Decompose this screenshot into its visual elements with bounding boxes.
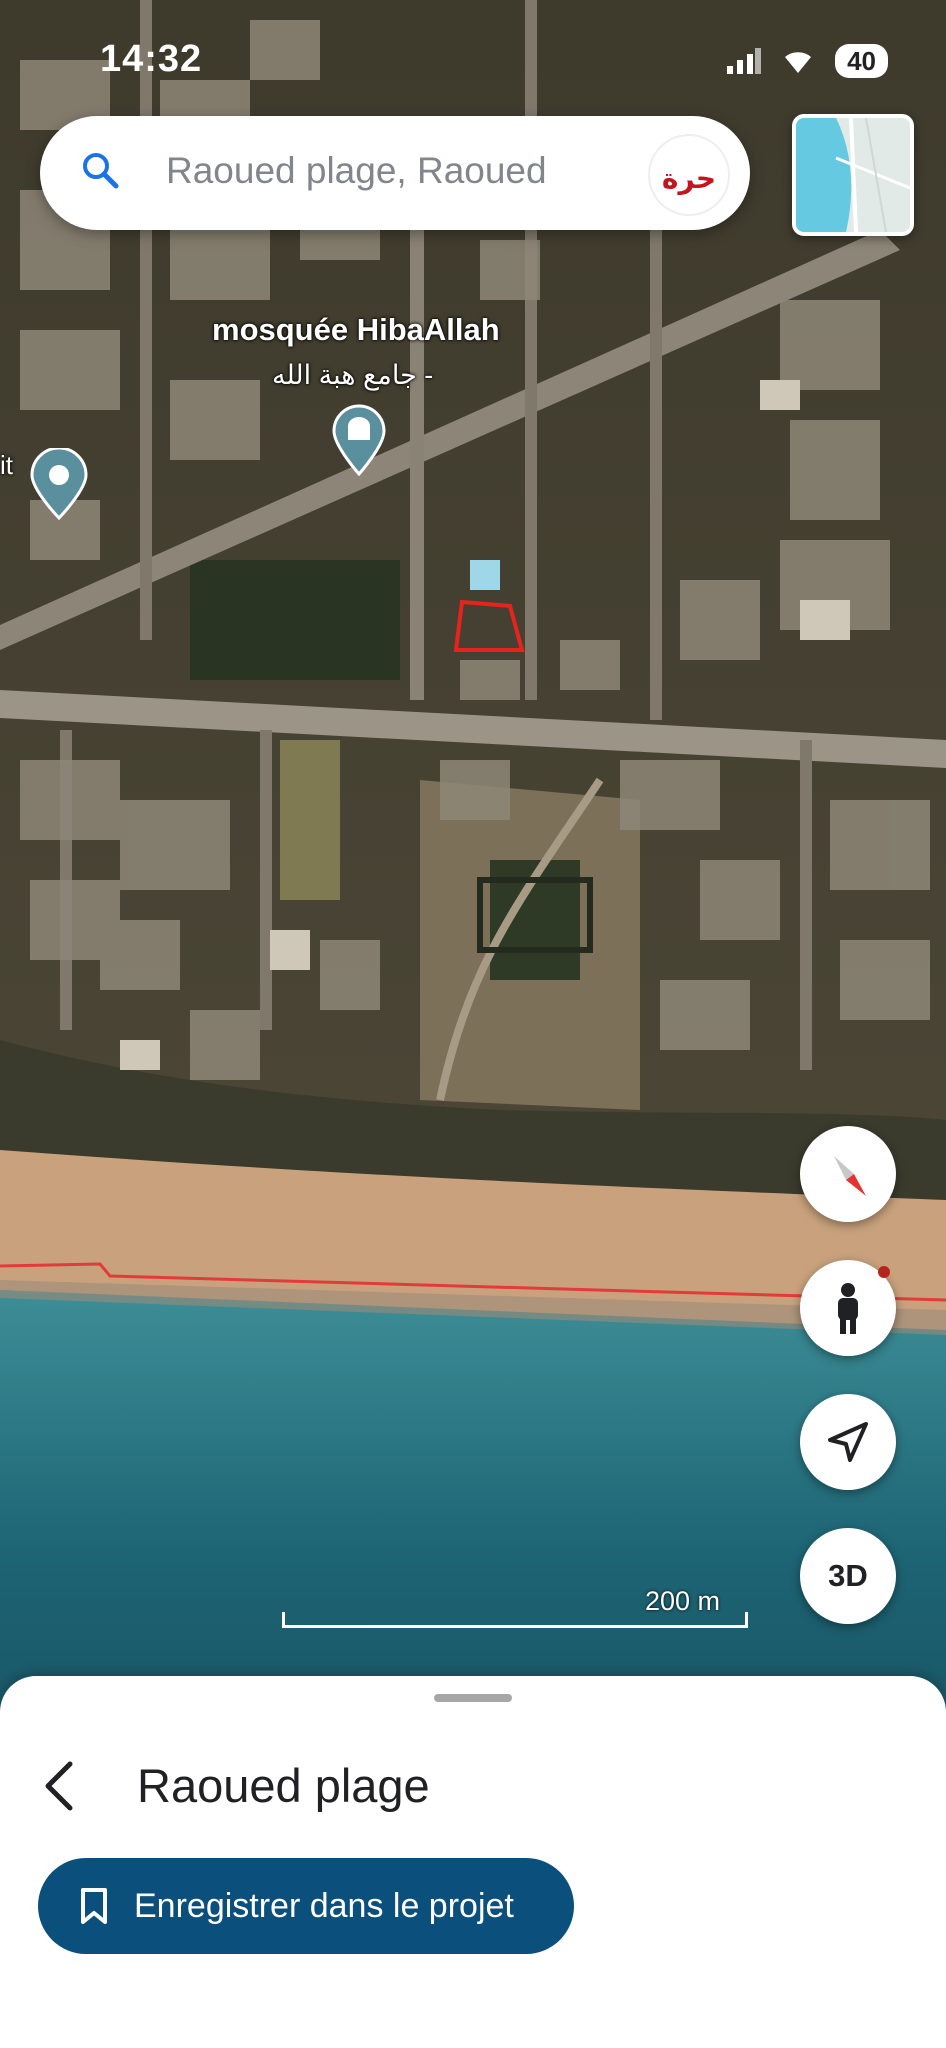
battery-level: 40 [835,44,888,78]
three-d-button[interactable]: 3D [800,1528,896,1624]
search-bar[interactable]: Raoued plage, Raoued حرة [40,116,750,230]
save-button-label: Enregistrer dans le projet [134,1886,514,1925]
map-layer-icon [796,118,910,232]
chevron-left-icon [45,1761,73,1811]
avatar-text: حرة [662,162,716,195]
place-title: Raoued plage [137,1759,430,1812]
map-layer-button[interactable] [792,114,914,236]
bookmark-icon [74,1886,114,1926]
status-bar: 14:32 40 [0,0,946,120]
signal-icon [727,48,762,74]
poi-label-arabic: جامع هبة الله - [272,360,434,390]
location-pin-icon[interactable] [28,448,90,520]
status-time: 14:32 [100,38,203,80]
street-view-button[interactable] [800,1260,896,1356]
search-input[interactable]: Raoued plage, Raoued [166,150,547,192]
save-to-project-button[interactable]: Enregistrer dans le projet [38,1858,574,1954]
sheet-drag-handle[interactable] [434,1694,512,1702]
compass-button[interactable] [800,1126,896,1222]
notification-dot [878,1266,890,1278]
partial-place-label: it [0,450,13,480]
compass-icon [834,1156,866,1196]
status-icons: 40 [725,44,888,78]
wifi-icon [785,52,812,73]
search-icon[interactable] [78,148,122,197]
my-location-button[interactable] [800,1394,896,1490]
bottom-sheet[interactable]: Raoued plage Enregistrer dans le projet [0,1676,946,2048]
poi-label[interactable]: mosquée HibaAllah [212,312,500,348]
mosque-icon[interactable] [330,404,388,476]
navigation-arrow-icon [828,1422,868,1462]
scale-bar [282,1612,748,1628]
avatar[interactable]: حرة [648,134,730,216]
pegman-icon [838,1283,858,1334]
back-button[interactable] [30,1756,90,1816]
